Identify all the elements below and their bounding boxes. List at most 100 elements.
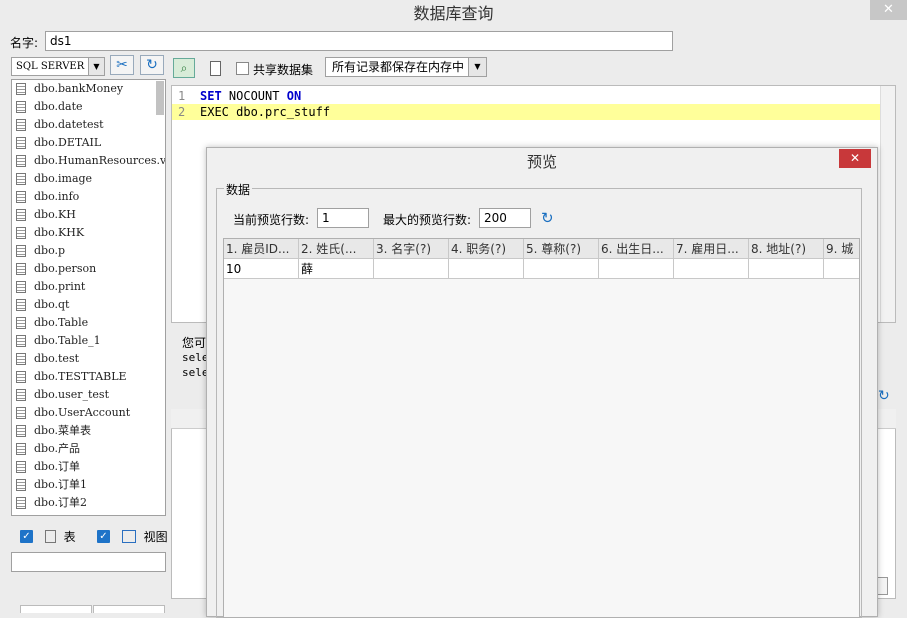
table-icon [16,335,26,347]
tree-item[interactable]: dbo.DETAIL [12,134,165,152]
tree-scrollbar[interactable] [156,81,164,115]
connection-settings-button[interactable]: ✂ [110,55,134,75]
view-icon [121,530,136,543]
hint-sql-2: sele [182,366,209,379]
tree-item-label: dbo.产品 [34,442,81,455]
view-filter-label: 视图 [143,530,168,544]
tree-item-label: dbo.info [34,190,80,203]
table-tree[interactable]: dbo.bankMoney dbo.date dbo.datetest dbo.DET… [11,79,166,516]
column-header[interactable]: 3. 名字(?) [374,239,449,259]
table-checkbox[interactable]: ✓ [20,530,33,543]
tree-item[interactable]: dbo.UserAccount [12,404,165,422]
column-header[interactable]: 6. 出生日... [599,239,674,259]
tree-item[interactable]: dbo.qt [12,296,165,314]
current-rows-input[interactable]: 1 [317,208,369,228]
tree-item[interactable]: dbo.date [12,98,165,116]
tree-item-label: dbo.菜单表 [34,424,92,437]
table-cell [674,259,749,279]
window-close-button[interactable]: ✕ [870,0,907,20]
tree-item[interactable]: dbo.bankMoney [12,80,165,98]
view-filter[interactable]: ✓ 视图 [97,528,168,545]
column-header[interactable]: 4. 职务(?) [449,239,524,259]
tree-item-label: dbo.订单1 [34,478,88,491]
hint-sql-1: sele [182,351,209,364]
preview-grid[interactable]: 1. 雇员ID... 2. 姓氏(... 3. 名字(?) 4. 职务(?) 5. 尊称… [223,238,860,618]
tree-item[interactable]: dbo.image [12,170,165,188]
tree-item[interactable]: dbo.菜单表 [12,422,165,440]
tree-item[interactable]: dbo.info [12,188,165,206]
chevron-down-icon: ▼ [468,58,486,76]
column-header[interactable]: 5. 尊称(?) [524,239,599,259]
memory-option-select[interactable]: 所有记录都保存在内存中 ▼ [325,57,487,77]
table-filter[interactable]: ✓ 表 [20,528,76,545]
code-line-1: SET NOCOUNT ON [200,89,302,103]
max-rows-label: 最大的预览行数: [383,213,472,227]
tree-item-label: dbo.date [34,100,83,113]
table-icon [16,263,26,275]
tree-item[interactable]: dbo.datetest [12,116,165,134]
table-cell: 10 [224,259,299,279]
table-cell [599,259,674,279]
tree-item[interactable]: dbo.test [12,350,165,368]
tree-item[interactable]: dbo.HumanResources.vl [12,152,165,170]
tree-item[interactable]: dbo.订单1 [12,476,165,494]
new-document-icon[interactable] [210,61,221,76]
table-icon [16,155,26,167]
tree-item[interactable]: dbo.TESTTABLE [12,368,165,386]
preview-close-button[interactable]: ✕ [839,149,871,168]
refresh-icon: ↻ [146,57,158,73]
bottom-tab[interactable] [20,605,92,613]
tree-item[interactable]: dbo.Table_1 [12,332,165,350]
table-filter-label: 表 [63,530,76,544]
table-icon [16,443,26,455]
tree-item[interactable]: dbo.p [12,242,165,260]
tree-item[interactable]: dbo.产品 [12,440,165,458]
tree-item[interactable]: dbo.订单 [12,458,165,476]
table-icon [16,461,26,473]
column-header[interactable]: 2. 姓氏(... [299,239,374,259]
refresh-icon[interactable]: ↻ [878,388,890,404]
tree-item[interactable]: dbo.Table [12,314,165,332]
code-line-2: EXEC dbo.prc_stuff [200,105,331,119]
editor-scrollbar[interactable] [880,86,895,322]
table-icon [16,83,26,95]
table-icon [16,389,26,401]
refresh-preview-icon[interactable]: ↻ [541,209,554,227]
table-icon [44,530,56,543]
bottom-tab[interactable] [93,605,165,613]
data-group-label: 数据 [224,181,253,198]
tree-item[interactable]: dbo.print [12,278,165,296]
view-checkbox[interactable]: ✓ [97,530,110,543]
tools-icon: ✂ [116,57,128,73]
refresh-tree-button[interactable]: ↻ [140,55,164,75]
preview-dialog-title: 预览 [526,153,557,171]
name-input[interactable]: ds1 [45,31,673,51]
column-header[interactable]: 1. 雇员ID... [224,239,299,259]
tree-item[interactable]: dbo.订单2 [12,494,165,512]
tree-filter-input[interactable] [11,552,166,572]
table-cell: 薛 [299,259,374,279]
memory-option-value: 所有记录都保存在内存中 [332,60,465,74]
column-header[interactable]: 8. 地址(?) [749,239,824,259]
max-rows-input[interactable]: 200 [479,208,531,228]
chevron-down-icon: ▼ [88,58,104,75]
tree-item-label: dbo.image [34,172,93,185]
preview-button[interactable]: ⌕ [173,58,195,78]
share-dataset-checkbox[interactable] [236,62,249,75]
tree-item[interactable]: dbo.person [12,260,165,278]
tree-item[interactable]: dbo.user_test [12,386,165,404]
table-icon [16,173,26,185]
column-header[interactable]: 7. 雇用日... [674,239,749,259]
column-header[interactable]: 9. 城 [824,239,859,259]
tree-item-label: dbo.订单2 [34,496,88,509]
table-cell [824,259,859,279]
tree-item-label: dbo.Table [34,316,89,329]
tree-item[interactable]: dbo.KHK [12,224,165,242]
table-icon [16,317,26,329]
tree-item-label: dbo.print [34,280,86,293]
table-cell [524,259,599,279]
tree-item-label: dbo.UserAccount [34,406,131,419]
hint-text: 您可 [182,336,207,350]
tree-item[interactable]: dbo.KH [12,206,165,224]
db-type-select[interactable]: SQL SERVER ▼ [11,57,105,76]
